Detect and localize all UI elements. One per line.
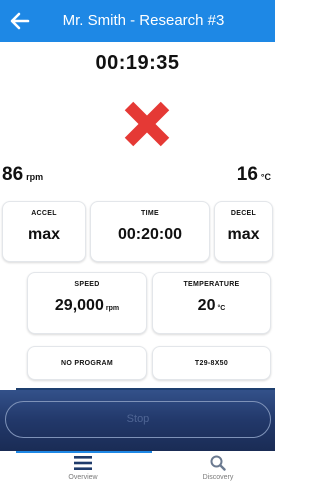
current-temperature-readout: 16 °C [237,164,271,186]
tab-overview[interactable]: Overview [33,455,133,481]
current-speed-unit: rpm [26,172,44,182]
status-indicator [120,97,174,151]
action-bar: Stop [0,390,275,451]
app-header: Mr. Smith - Research #3 [0,0,275,42]
arrow-left-icon [10,12,30,30]
temperature-setpoint-unit: °C [217,305,226,312]
accel-label: ACCEL [31,210,57,217]
time-card[interactable]: TIME 00:20:00 [90,201,210,262]
speed-setpoint-value: 29,000 [54,297,104,314]
current-speed-readout: 86 rpm [2,164,43,186]
tab-discovery-label: Discovery [202,474,234,481]
elapsed-timer: 00:19:35 [95,52,180,74]
time-label: TIME [141,210,159,217]
bottom-tab-bar: Overview Discovery [0,451,275,485]
rotor-card[interactable]: T29-8X50 [152,346,271,380]
decel-card[interactable]: DECEL max [214,201,273,262]
decel-label: DECEL [230,210,257,217]
time-value: 00:20:00 [117,226,183,243]
back-button[interactable] [6,7,34,35]
program-label: NO PROGRAM [61,360,113,367]
current-temperature-unit: °C [260,172,271,182]
accel-value: max [27,226,61,243]
page-title: Mr. Smith - Research #3 [62,12,225,29]
active-tab-indicator [16,451,152,453]
search-icon [210,455,226,471]
rotor-label: T29-8X50 [194,360,229,367]
current-speed-value: 86 [2,164,24,185]
current-temperature-value: 16 [236,164,258,185]
temperature-setpoint-label: TEMPERATURE [183,281,240,288]
temperature-setpoint-value: 20 [197,297,216,314]
error-x-icon [124,101,170,147]
temperature-setpoint-card[interactable]: TEMPERATURE 20 °C [152,272,271,334]
program-card[interactable]: NO PROGRAM [27,346,147,380]
stop-button[interactable]: Stop [5,401,271,438]
speed-setpoint-card[interactable]: SPEED 29,000 rpm [27,272,147,334]
menu-icon [74,456,92,470]
accel-card[interactable]: ACCEL max [2,201,86,262]
decel-value: max [227,226,260,243]
tab-overview-label: Overview [68,474,98,481]
tab-discovery[interactable]: Discovery [168,455,268,481]
speed-setpoint-label: SPEED [74,281,100,288]
speed-setpoint-unit: rpm [105,305,120,312]
